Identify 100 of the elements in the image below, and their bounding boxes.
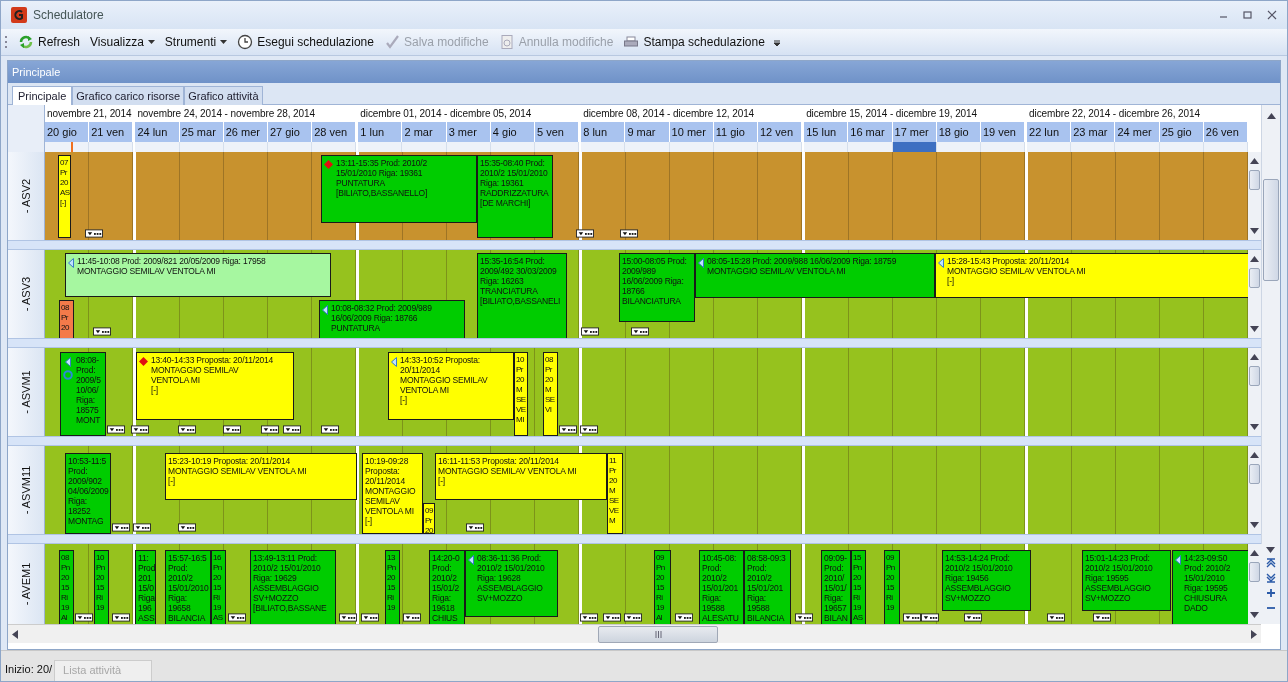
- scroll-thumb[interactable]: [598, 625, 718, 643]
- task-bar[interactable]: 08:08- Prod: 2009/5 10/06/ Riga: 18575 MONT: [60, 352, 106, 436]
- task-bar[interactable]: 15:01-14:23 Prod: 2010/2 15/01/2010 Riga: 19595 ASSEMBLAGGIO SV+MOZZO: [1082, 550, 1171, 611]
- task-bar[interactable]: 13:49-13:11 Prod: 2010/2 15/01/2010 Riga: 19629 ASSEMBLAGGIO SV+MOZZO [BILIATO,BASSANE: [250, 550, 336, 624]
- expand-marker-icon[interactable]: [261, 425, 279, 434]
- expand-marker-icon[interactable]: [112, 523, 130, 532]
- scroll-up-icon[interactable]: [1250, 158, 1259, 164]
- expand-marker-icon[interactable]: [921, 613, 939, 622]
- scroll-down-icon[interactable]: [1250, 326, 1259, 332]
- scroll-thumb[interactable]: [1249, 464, 1260, 484]
- horizontal-scrollbar[interactable]: [8, 624, 1261, 643]
- expand-marker-icon[interactable]: [620, 229, 638, 238]
- tab[interactable]: Grafico attività: [184, 86, 263, 105]
- scroll-top-icon[interactable]: [1265, 558, 1276, 568]
- expand-marker-icon[interactable]: [581, 327, 599, 336]
- toolbar-button[interactable]: Stampa schedulazione: [619, 32, 769, 52]
- lane-scrollbar[interactable]: [1248, 152, 1261, 240]
- maximize-icon[interactable]: [1243, 10, 1253, 20]
- scroll-up-icon[interactable]: [1250, 354, 1259, 360]
- expand-marker-icon[interactable]: [321, 425, 339, 434]
- task-bar[interactable]: 15:00-08:05 Prod: 2009/989 16/06/2009 Riga: 18766 BILANCIATURA: [619, 253, 695, 322]
- task-bar[interactable]: 10 Pr 20 M SE VE MI: [514, 352, 528, 436]
- expand-marker-icon[interactable]: [903, 613, 921, 622]
- task-bar[interactable]: 10:53-11:5 Prod: 2009/902 04/06/2009 Riga: 18252 MONTAG: [65, 453, 111, 534]
- menu-button[interactable]: Strumenti: [160, 33, 232, 51]
- scroll-down-icon[interactable]: [1250, 424, 1259, 430]
- task-bar[interactable]: 10:19-09:28 Proposta: 20/11/2014 MONTAGGIO SEMILAV VENTOLA MI [-]: [362, 453, 423, 534]
- expand-marker-icon[interactable]: [466, 523, 484, 532]
- task-bar[interactable]: 08 Pr 20: [59, 300, 74, 338]
- task-bar[interactable]: 14:53-14:24 Prod: 2010/2 15/01/2010 Riga: 19456 ASSEMBLAGGIO SV+MOZZO: [942, 550, 1031, 611]
- expand-marker-icon[interactable]: [223, 425, 241, 434]
- scroll-up-icon[interactable]: [1250, 256, 1259, 262]
- expand-marker-icon[interactable]: [403, 613, 421, 622]
- task-bar[interactable]: 16:11-11:53 Proposta: 20/11/2014 MONTAGGIO SEMILAV VENTOLA MI [-]: [435, 453, 607, 500]
- task-bar[interactable]: 08:05-15:28 Prod: 2009/988 16/06/2009 Riga: 18759 MONTAGGIO SEMILAV VENTOLA MI: [695, 253, 935, 298]
- vertical-scrollbar[interactable]: [1261, 105, 1280, 544]
- close-icon[interactable]: [1267, 10, 1277, 20]
- lane-scrollbar[interactable]: [1248, 446, 1261, 534]
- task-bar[interactable]: 14:33-10:52 Proposta: 20/11/2014 MONTAGGIO SEMILAV VENTOLA MI [-]: [388, 352, 514, 420]
- expand-marker-icon[interactable]: [576, 229, 594, 238]
- scroll-thumb[interactable]: [1249, 366, 1260, 386]
- expand-marker-icon[interactable]: [178, 523, 196, 532]
- expand-marker-icon[interactable]: [624, 613, 642, 622]
- expand-marker-icon[interactable]: [131, 425, 149, 434]
- task-bar[interactable]: 11 Pr 20 M SE VE M: [607, 453, 623, 534]
- expand-marker-icon[interactable]: [361, 613, 379, 622]
- overflow-icon[interactable]: [772, 37, 781, 47]
- scroll-up-icon[interactable]: [1250, 550, 1259, 556]
- lane-scrollbar[interactable]: [1248, 250, 1261, 338]
- expand-marker-icon[interactable]: [964, 613, 982, 622]
- zoom-in-icon[interactable]: [1265, 588, 1276, 598]
- scroll-thumb[interactable]: [1249, 268, 1260, 288]
- expand-marker-icon[interactable]: [580, 425, 598, 434]
- expand-marker-icon[interactable]: [178, 425, 196, 434]
- expand-marker-icon[interactable]: [1047, 613, 1065, 622]
- expand-marker-icon[interactable]: [1093, 613, 1111, 622]
- task-bar[interactable]: 15:28-15:43 Proposta: 20/11/2014 MONTAGGIO SEMILAV VENTOLA MI [-]: [935, 253, 1248, 298]
- expand-marker-icon[interactable]: [283, 425, 301, 434]
- expand-marker-icon[interactable]: [559, 425, 577, 434]
- scroll-right-icon[interactable]: [1251, 629, 1257, 639]
- task-bar[interactable]: 08 Pr 20 M SE VI: [543, 352, 558, 436]
- tab[interactable]: Grafico carico risorse: [72, 86, 185, 105]
- task-bar[interactable]: 08:36-11:36 Prod: 2010/2 15/01/2010 Riga: 19628 ASSEMBLAGGIO SV+MOZZO: [465, 550, 558, 617]
- expand-marker-icon[interactable]: [580, 613, 598, 622]
- lane-scrollbar[interactable]: [1248, 544, 1261, 624]
- menu-button[interactable]: Visualizza: [86, 33, 159, 51]
- task-bar[interactable]: 13:40-14:33 Proposta: 20/11/2014 MONTAGGIO SEMILAV VENTOLA MI [-]: [136, 352, 294, 420]
- expand-marker-icon[interactable]: [603, 613, 621, 622]
- scroll-up-icon[interactable]: [1250, 452, 1259, 458]
- expand-marker-icon[interactable]: [93, 327, 111, 336]
- scroll-down-icon[interactable]: [1250, 612, 1259, 618]
- task-bar[interactable]: 13:11-15:35 Prod: 2010/2 15/01/2010 Riga: 19361 PUNTATURA [BILIATO,BASSANELLO]: [321, 155, 477, 223]
- expand-marker-icon[interactable]: [795, 613, 813, 622]
- expand-marker-icon[interactable]: [631, 327, 649, 336]
- expand-marker-icon[interactable]: [133, 523, 151, 532]
- expand-marker-icon[interactable]: [675, 613, 693, 622]
- task-bar[interactable]: 13 Pn 20 15 Ri 19: [385, 550, 400, 624]
- task-bar[interactable]: 11:45-10:08 Prod: 2009/821 20/05/2009 Riga: 17958 MONTAGGIO SEMILAV VENTOLA MI: [65, 253, 331, 297]
- task-bar[interactable]: 09 Pn 20 15 Ri 19 Al: [654, 550, 671, 624]
- task-bar[interactable]: 15:23-10:19 Proposta: 20/11/2014 MONTAGGIO SEMILAV VENTOLA MI [-]: [165, 453, 357, 500]
- expand-marker-icon[interactable]: [112, 613, 130, 622]
- scroll-thumb[interactable]: [1249, 170, 1260, 190]
- scroll-left-icon[interactable]: [12, 629, 18, 639]
- task-bar[interactable]: 15:35-08:40 Prod: 2010/2 15/01/2010 Riga: 19361 RADDRIZZATURA [DE MARCHI]: [477, 155, 553, 238]
- task-bar[interactable]: 10:08-08:32 Prod: 2009/989 16/06/2009 Riga: 18766 PUNTATURA: [319, 300, 465, 338]
- task-bar[interactable]: 15:35-16:54 Prod: 2009/492 30/03/2009 Riga: 16263 TRANCIATURA [BILIATO,BASSANELI: [477, 253, 567, 338]
- task-bar[interactable]: 09 Pn 20 15 Ri 19: [884, 550, 900, 624]
- scroll-down-icon[interactable]: [1266, 547, 1275, 553]
- expand-marker-icon[interactable]: [75, 613, 93, 622]
- toolbar-button[interactable]: Refresh: [14, 32, 85, 52]
- task-bar[interactable]: 08 Pn 20 15 Ri 19 Al: [59, 550, 74, 624]
- scroll-bottom-icon[interactable]: [1265, 573, 1276, 583]
- expand-marker-icon[interactable]: [339, 613, 357, 622]
- expand-marker-icon[interactable]: [228, 613, 246, 622]
- tab[interactable]: Principale: [12, 86, 73, 105]
- scroll-thumb[interactable]: [1263, 179, 1279, 281]
- task-bar[interactable]: 10 Pn 20 15 Ri 19: [94, 550, 109, 624]
- toolbar-button[interactable]: Esegui schedulazione: [233, 32, 378, 52]
- task-bar[interactable]: 07 Pr 20 AS [-]: [58, 155, 71, 238]
- scroll-up-icon[interactable]: [1266, 113, 1276, 119]
